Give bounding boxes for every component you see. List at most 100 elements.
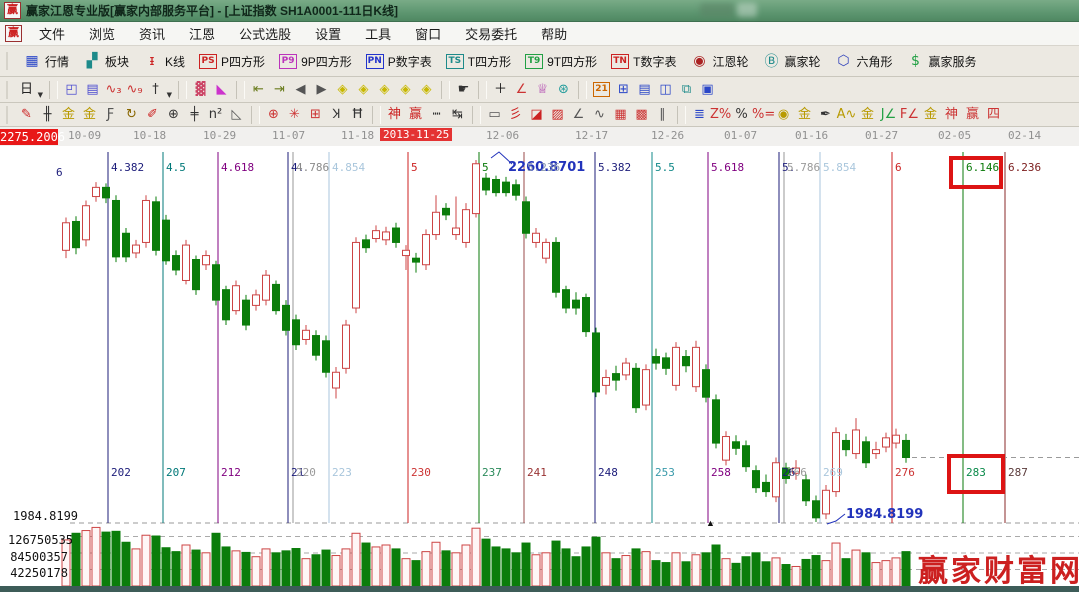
candle-body [683,357,690,366]
candle-body [243,300,250,325]
gann-time-label: 276 [895,466,915,479]
candle-body [673,347,680,385]
volume-bar [412,561,420,586]
volume-bar [622,556,630,586]
candle-body [443,208,450,215]
candle-body [213,265,220,300]
candle-body [453,228,460,235]
volume-bar [402,559,410,586]
low-price-annotation: 1984.8199 [846,507,923,522]
candle-body [513,185,520,195]
gann-time-label: 220 [296,466,316,479]
candle-body [853,430,860,454]
candle-body [813,501,820,518]
gann-price-label: 4.854 [332,161,365,174]
candle-body [423,235,430,265]
candle-body [563,290,570,308]
volume-bar [72,533,80,586]
highlight-box-time[interactable] [947,454,1005,494]
candle-body [203,256,210,265]
candle-body [613,374,620,381]
volume-bar [522,543,530,586]
gann-price-label: 4.786 [296,161,329,174]
candle-body [473,164,480,214]
candle-body [103,187,110,197]
app-window: 赢 赢家江恩专业版[赢家内部服务平台] - [上证指数 SH1A0001-111… [0,0,1079,592]
volume-bar [722,559,730,586]
candle-body [723,437,730,461]
candle-body [583,298,590,332]
volume-bar [432,542,440,586]
candle-body [73,221,80,247]
volume-bar [552,541,560,586]
candle-body [903,440,910,457]
candle-body [833,433,840,492]
volume-bar [462,545,470,586]
gann-time-label: 266 [787,466,807,479]
volume-bar [862,553,870,586]
candle-body [113,200,120,256]
clipped-gann-label: 6 [56,166,63,179]
volume-bar [562,549,570,586]
volume-bar [142,535,150,586]
gann-time-label: 269 [823,466,843,479]
candle-body [303,330,310,339]
candle-body [633,368,640,407]
volume-bar [82,531,90,586]
volume-bar [362,543,370,586]
candle-body [533,233,540,242]
candle-body [643,370,650,405]
volume-bar [582,547,590,586]
candle-body [403,250,410,255]
candle-body [623,363,630,375]
gann-time-label: 241 [527,466,547,479]
volume-bar [682,562,690,586]
candle-body [313,336,320,356]
candle-body [843,440,850,449]
volume-bar [602,553,610,586]
gann-time-label: 258 [711,466,731,479]
volume-bar [752,553,760,586]
volume-bar [672,553,680,586]
gann-time-label: 207 [166,466,186,479]
volume-bar [312,555,320,586]
candle-body [133,245,140,253]
candle-body [893,435,900,443]
gann-price-label: 5.618 [711,161,744,174]
candle-body [773,463,780,497]
candle-body [763,482,770,491]
volume-bar [92,527,100,586]
candle-body [873,450,880,454]
volume-bar [482,539,490,586]
volume-bar [382,545,390,586]
highlight-box-price[interactable] [949,156,1003,189]
chart-canvas[interactable] [0,0,1079,592]
candle-body [253,295,260,305]
volume-bar [742,557,750,586]
volume-bar [452,553,460,586]
volume-bar [122,542,130,586]
volume-bar [192,550,200,586]
candle-body [593,333,600,392]
gann-price-label: 5.786 [787,161,820,174]
volume-bar [262,549,270,586]
volume-bar [152,536,160,586]
volume-bar [502,549,510,586]
volume-bar [642,552,650,586]
volume-bar [422,552,430,586]
candle-body [543,242,550,258]
candle-body [63,223,70,251]
volume-bar [822,561,830,586]
volume-bar [492,547,500,586]
volume-bar [472,528,480,586]
candle-body [493,179,500,192]
position-marker-icon[interactable]: ▲ [706,518,715,528]
volume-bar [572,557,580,586]
volume-bar [162,548,170,586]
candle-body [523,202,530,233]
volume-bar [792,566,800,586]
volume-bar [772,558,780,586]
gann-time-label: 237 [482,466,502,479]
volume-bar [532,555,540,586]
volume-bar [372,547,380,586]
